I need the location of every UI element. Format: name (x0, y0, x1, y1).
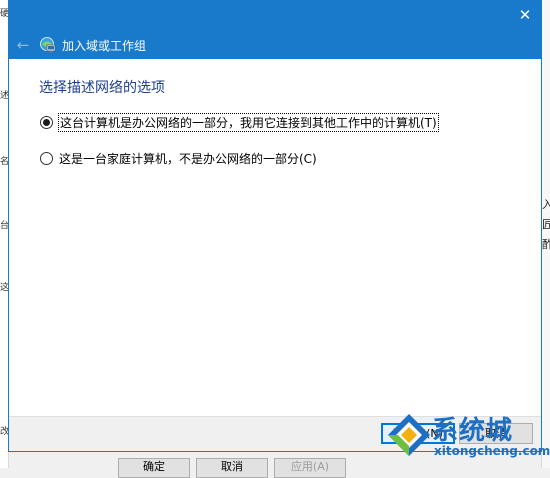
network-computer-icon (40, 37, 56, 53)
option-office-network-label: 这台计算机是办公网络的一部分，我用它连接到其他工作中的计算机(T) (58, 113, 439, 132)
background-right-char: 酢 (542, 238, 550, 251)
title-bar: ✕ (9, 1, 541, 31)
background-left-char: 台 (0, 221, 8, 231)
watermark-domain: xitongcheng.com (434, 444, 550, 458)
radio-button-checked[interactable] (40, 116, 53, 129)
page-heading: 选择描述网络的选项 (39, 80, 165, 96)
background-left-char: 述 (0, 91, 8, 101)
option-home-computer-label: 这是一台家庭计算机，不是办公网络的一部分(C) (59, 152, 317, 166)
background-left-char: 硬 (0, 9, 8, 19)
close-icon: ✕ (518, 6, 532, 24)
back-button[interactable]: ← (12, 35, 34, 55)
background-left-char: 改 (0, 427, 8, 437)
option-home-computer[interactable]: 这是一台家庭计算机，不是办公网络的一部分(C) (39, 149, 319, 168)
radio-button-unchecked[interactable] (40, 152, 53, 165)
background-right-char: 匠 (542, 218, 550, 231)
close-button[interactable]: ✕ (509, 1, 541, 29)
background-right-char: 入 (542, 198, 550, 211)
background-ok-button[interactable]: 确定 (118, 458, 190, 478)
background-right-strip: 入 匠 酢 (541, 0, 550, 468)
background-cancel-button[interactable]: 取消 (196, 458, 268, 478)
background-apply-button[interactable]: 应用(A) (274, 458, 346, 478)
background-left-char: 这 (0, 283, 8, 293)
watermark: 系统城 xitongcheng.com (386, 410, 550, 466)
join-domain-wizard: ✕ ← 加入域或工作组 选择描述网络的选项 这台计算机是办公网络的一部分，我用它… (8, 0, 542, 452)
back-arrow-icon: ← (16, 36, 30, 54)
wizard-title: 加入域或工作组 (62, 38, 147, 53)
watermark-brand: 系统城 (432, 416, 514, 446)
wizard-content: 选择描述网络的选项 这台计算机是办公网络的一部分，我用它连接到其他工作中的计算机… (9, 59, 541, 417)
watermark-logo-icon (388, 414, 430, 456)
option-office-network[interactable]: 这台计算机是办公网络的一部分，我用它连接到其他工作中的计算机(T) (39, 113, 440, 132)
background-left-char: 名 (0, 157, 8, 167)
wizard-header: ← 加入域或工作组 (9, 31, 541, 59)
